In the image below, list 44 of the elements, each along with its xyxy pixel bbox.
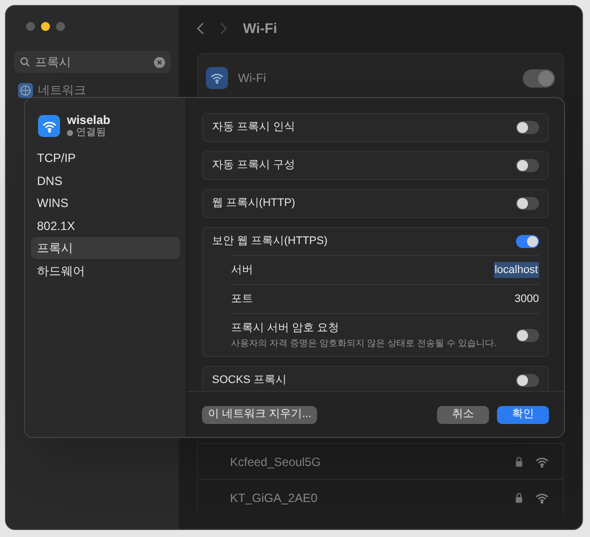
- proxy-label: 자동 프록시 구성: [212, 158, 296, 174]
- network-name[interactable]: Kcfeed_Seoul5G: [230, 452, 503, 470]
- wifi-signal-icon: [535, 490, 549, 504]
- port-label: 포트: [231, 292, 253, 307]
- ok-button[interactable]: 확인: [497, 406, 549, 424]
- proxy-label: 웹 프록시(HTTP): [212, 196, 296, 212]
- search-field[interactable]: 프록시: [14, 51, 171, 73]
- cancel-button[interactable]: 취소: [437, 406, 489, 424]
- search-input[interactable]: 프록시: [35, 53, 149, 71]
- sidebar-item[interactable]: 네트워크: [38, 81, 86, 99]
- wifi-label: Wi-Fi: [238, 70, 267, 87]
- minimize-button[interactable]: [41, 22, 50, 31]
- toggle-switch[interactable]: [516, 121, 539, 134]
- wifi-glyph-icon: [210, 71, 224, 85]
- connection-status: 연결됨: [76, 127, 106, 139]
- wifi-signal-icon: [535, 454, 549, 468]
- network-name[interactable]: KT_GiGA_2AE0: [230, 488, 503, 506]
- proxy-label: 자동 프록시 인식: [212, 120, 296, 136]
- sidebar-tab[interactable]: DNS: [31, 170, 180, 192]
- globe-icon: [18, 82, 33, 98]
- sidebar-tab[interactable]: 하드웨어: [31, 260, 180, 282]
- server-label: 서버: [231, 262, 253, 278]
- password-label: 프록시 서버 암호 요청: [231, 321, 340, 336]
- forget-network-button[interactable]: 이 네트워크 지우기...: [202, 406, 318, 424]
- window-title: Wi-Fi: [243, 18, 278, 38]
- search-icon: [20, 57, 30, 67]
- server-field[interactable]: localhost: [494, 262, 539, 278]
- toggle-switch[interactable]: [516, 235, 539, 248]
- back-icon[interactable]: [197, 22, 204, 34]
- toggle-switch[interactable]: [516, 374, 539, 387]
- password-note: 사용자의 자격 증명은 암호화되지 않은 상태로 전송될 수 있습니다.: [231, 336, 497, 350]
- toggle-switch[interactable]: [516, 197, 539, 210]
- port-field[interactable]: 3000: [514, 290, 539, 308]
- toggle-switch[interactable]: [522, 68, 555, 88]
- toggle-switch[interactable]: [516, 328, 539, 342]
- network-name: wiselab: [67, 113, 110, 127]
- proxy-label: SOCKS 프록시: [212, 373, 287, 388]
- proxy-label: 보안 웹 프록시(HTTPS): [212, 234, 328, 250]
- sidebar-tab[interactable]: TCP/IP: [31, 147, 180, 169]
- sidebar-tab[interactable]: 802.1X: [31, 214, 180, 237]
- clear-icon[interactable]: [154, 56, 165, 68]
- sidebar-tab[interactable]: 프록시: [31, 237, 180, 260]
- sidebar-tab[interactable]: WINS: [31, 192, 180, 214]
- toggle-switch[interactable]: [516, 159, 539, 172]
